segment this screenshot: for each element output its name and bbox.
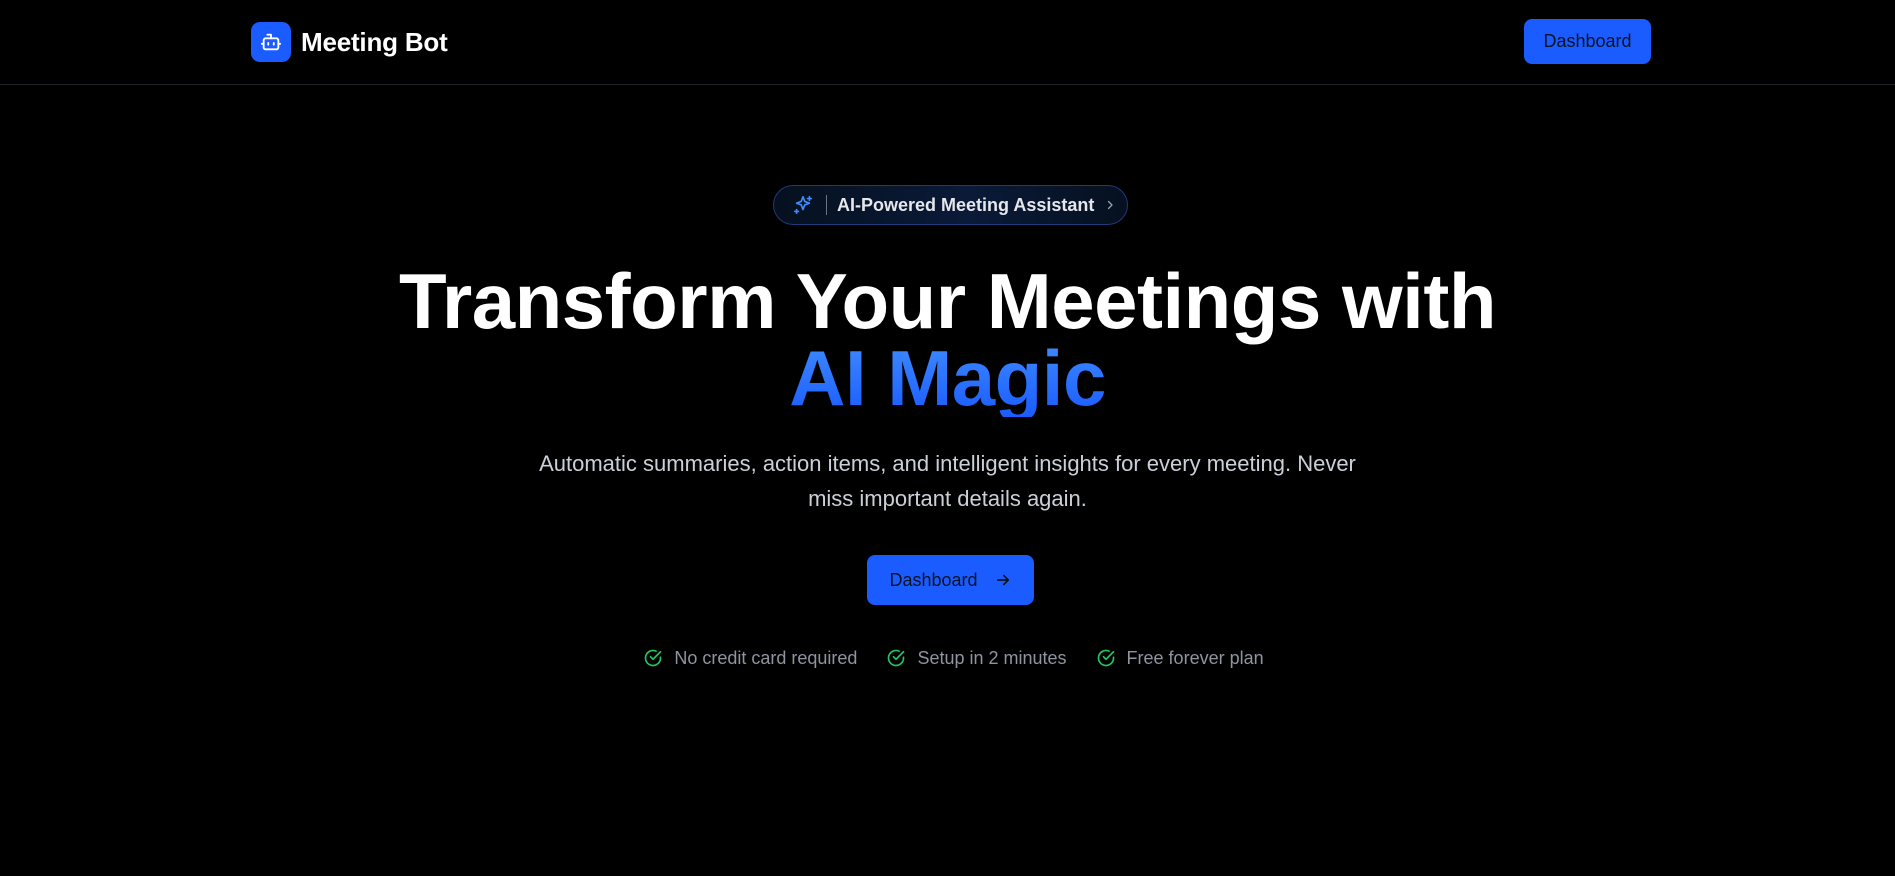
nav-dashboard-button[interactable]: Dashboard bbox=[1524, 19, 1651, 64]
headline-line1: Transform Your Meetings with bbox=[399, 257, 1496, 345]
check-circle-icon bbox=[1096, 648, 1116, 668]
badge-divider bbox=[826, 195, 827, 215]
feature-label: No credit card required bbox=[674, 647, 858, 668]
hero-dashboard-button[interactable]: Dashboard bbox=[867, 555, 1034, 605]
chevron-right-icon bbox=[1104, 199, 1116, 211]
check-circle-icon bbox=[886, 648, 906, 668]
announcement-badge[interactable]: AI-Powered Meeting Assistant bbox=[773, 185, 1128, 225]
feature-item: Free forever plan bbox=[1096, 648, 1264, 669]
sparkles-icon bbox=[792, 194, 814, 216]
hero-subtext: Automatic summaries, action items, and i… bbox=[539, 451, 1356, 511]
badge-text: AI-Powered Meeting Assistant bbox=[837, 194, 1095, 215]
feature-list: No credit card required Setup in 2 minut… bbox=[0, 645, 1895, 671]
hero-headline: Transform Your Meetings with AI Magic bbox=[300, 262, 1595, 417]
bot-icon bbox=[251, 22, 291, 62]
feature-label: Free forever plan bbox=[1126, 647, 1264, 668]
feature-item: Setup in 2 minutes bbox=[886, 647, 1067, 669]
headline-highlight: AI Magic bbox=[300, 339, 1595, 417]
brand-logo-link[interactable]: Meeting Bot bbox=[251, 22, 448, 62]
arrow-right-icon bbox=[994, 571, 1012, 589]
check-circle-icon bbox=[643, 648, 663, 668]
feature-item: No credit card required bbox=[643, 648, 857, 669]
cta-label: Dashboard bbox=[889, 569, 978, 590]
feature-label: Setup in 2 minutes bbox=[917, 647, 1067, 668]
brand-name: Meeting Bot bbox=[301, 26, 448, 57]
top-navbar: Meeting Bot Dashboard bbox=[0, 0, 1895, 85]
